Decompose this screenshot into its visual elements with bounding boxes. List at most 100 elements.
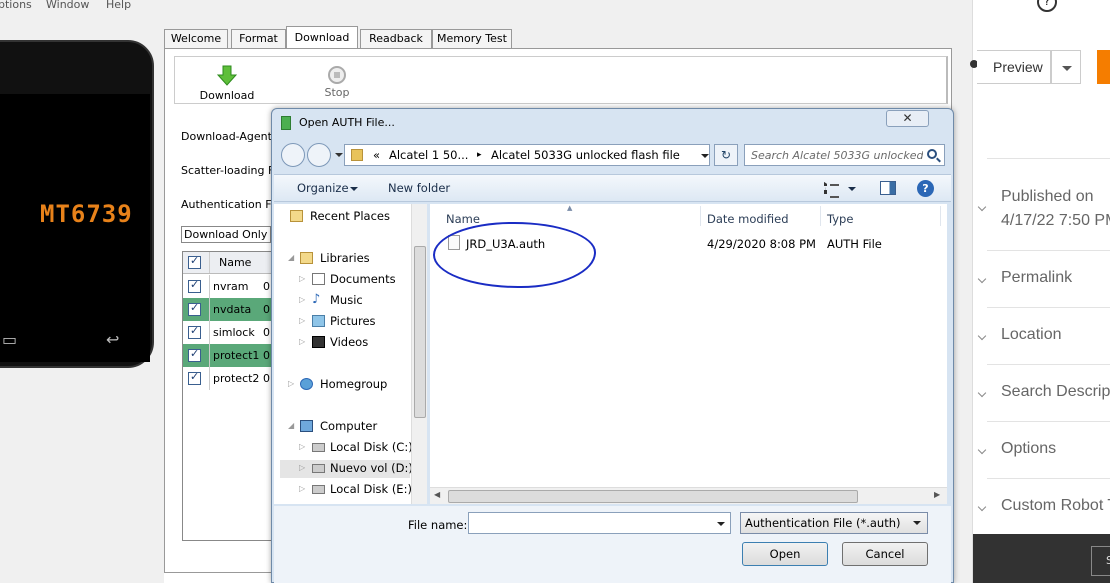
row-checkbox[interactable] (188, 301, 201, 316)
drive-icon (312, 485, 325, 494)
nav-nuevo-vol-d[interactable]: ▷ Nuevo vol (D:) (280, 460, 413, 478)
help-icon[interactable]: ? (1037, 0, 1057, 12)
homegroup-icon (300, 378, 313, 390)
nav-pictures[interactable]: ▷ Pictures (296, 313, 406, 331)
tab-welcome[interactable]: Welcome (164, 29, 228, 49)
file-type: AUTH File (827, 237, 882, 251)
tab-format[interactable]: Format (231, 29, 286, 49)
views-caret-icon[interactable] (848, 187, 856, 191)
horizontal-scrollbar[interactable]: ◀ ▶ (430, 487, 947, 504)
expand-arrow-icon[interactable]: ◢ (288, 421, 294, 430)
download-toolbar: Download Stop (174, 56, 948, 104)
menu-help[interactable]: Help (106, 0, 131, 11)
table-row[interactable]: simlock 0 (183, 321, 273, 344)
stop-button[interactable]: Stop (317, 57, 357, 99)
organize-menu[interactable]: Organize (297, 181, 349, 195)
partition-value: 0 (263, 349, 270, 362)
location-item[interactable]: Location (1001, 326, 1062, 344)
breadcrumb-separator[interactable]: ▸ (477, 150, 482, 160)
download-agent-label: Download-Agent (181, 130, 272, 143)
preview-dropdown-button[interactable] (1051, 50, 1081, 84)
menu-options[interactable]: ptions (0, 0, 32, 11)
expand-arrow-icon[interactable]: ◢ (288, 253, 294, 262)
nav-recent-places[interactable]: Recent Places (286, 208, 406, 226)
divider (987, 364, 1110, 365)
scroll-right-icon[interactable]: ▶ (934, 490, 940, 499)
published-on-label[interactable]: Published on (1001, 188, 1094, 206)
address-bar[interactable]: « Alcatel 1 50... ▸ Alcatel 5033G unlock… (344, 144, 710, 166)
expand-arrow-icon[interactable]: ▷ (299, 337, 305, 346)
back-button[interactable] (281, 143, 305, 167)
nav-libraries[interactable]: ◢ Libraries (286, 250, 406, 268)
nav-videos[interactable]: ▷ Videos (296, 334, 406, 352)
breadcrumb-parent[interactable]: Alcatel 1 50... (389, 148, 468, 162)
expand-arrow-icon[interactable]: ▷ (299, 295, 305, 304)
table-row[interactable]: nvram 0 (183, 275, 273, 298)
search-description-item[interactable]: Search Description (1001, 383, 1110, 401)
preview-pane-icon[interactable] (880, 181, 896, 195)
custom-robot-tags-item[interactable]: Custom Robot Tags (1001, 497, 1110, 515)
search-input[interactable] (745, 145, 923, 165)
views-icon[interactable] (824, 182, 840, 198)
nav-scrollbar[interactable] (411, 204, 427, 504)
select-all-checkbox[interactable] (188, 254, 201, 269)
nav-local-disk-e[interactable]: ▷ Local Disk (E:) (296, 481, 412, 499)
options-item[interactable]: Options (1001, 440, 1056, 458)
file-name-dropdown-icon[interactable] (717, 522, 725, 526)
nav-local-disk-c[interactable]: ▷ Local Disk (C:) (296, 439, 413, 457)
download-mode-select[interactable]: Download Only (181, 226, 271, 243)
file-name-input[interactable] (469, 513, 709, 533)
row-checkbox[interactable] (188, 278, 201, 293)
expand-arrow-icon[interactable]: ▷ (299, 316, 305, 325)
table-row[interactable]: protect1 0 (183, 344, 273, 367)
row-checkbox[interactable] (188, 324, 201, 339)
new-folder-button[interactable]: New folder (388, 181, 450, 195)
file-type-filter[interactable]: Authentication File (*.auth) (740, 512, 928, 534)
tab-readback[interactable]: Readback (360, 29, 432, 49)
nav-homegroup[interactable]: ▷ Homegroup (286, 376, 406, 394)
refresh-button[interactable]: ↻ (714, 144, 738, 166)
column-divider[interactable] (700, 206, 701, 226)
open-button[interactable]: Open (742, 542, 828, 566)
horizontal-scroll-thumb[interactable] (448, 490, 858, 503)
search-box[interactable] (744, 144, 945, 166)
column-type[interactable]: Type (827, 212, 853, 226)
nav-documents[interactable]: ▷ Documents (296, 271, 406, 289)
breadcrumb-overflow[interactable]: « (373, 148, 380, 162)
nav-scroll-thumb[interactable] (414, 246, 426, 418)
forward-button[interactable] (307, 143, 331, 167)
permalink-item[interactable]: Permalink (1001, 269, 1072, 287)
nav-music[interactable]: ▷ ♪ Music (296, 292, 406, 310)
preview-button[interactable]: Preview (977, 50, 1051, 84)
row-checkbox[interactable] (188, 370, 201, 385)
menu-window[interactable]: Window (46, 0, 89, 11)
file-name-field[interactable] (468, 512, 731, 534)
column-name[interactable]: Name (446, 212, 480, 226)
download-button[interactable]: Download (195, 57, 259, 102)
column-divider[interactable] (940, 206, 941, 226)
help-icon[interactable]: ? (917, 180, 934, 197)
publish-button[interactable] (1097, 50, 1110, 84)
column-date-modified[interactable]: Date modified (707, 212, 789, 226)
nav-computer[interactable]: ◢ Computer (286, 418, 406, 436)
search-icon[interactable] (927, 149, 937, 159)
scroll-left-icon[interactable]: ◀ (434, 490, 440, 499)
expand-arrow-icon[interactable]: ▷ (299, 442, 305, 451)
history-dropdown-icon[interactable] (335, 153, 343, 157)
expand-arrow-icon[interactable]: ▷ (299, 463, 305, 472)
row-checkbox[interactable] (188, 347, 201, 362)
address-dropdown-icon[interactable] (701, 154, 709, 158)
cancel-button[interactable]: Cancel (842, 542, 928, 566)
tab-memory-test[interactable]: Memory Test (432, 29, 512, 49)
footer-button[interactable]: S (1091, 546, 1110, 576)
expand-arrow-icon[interactable]: ▷ (299, 274, 305, 283)
breadcrumb-current[interactable]: Alcatel 5033G unlocked flash file (491, 148, 680, 162)
list-item[interactable]: JRD_U3A.auth 4/29/2020 8:08 PM AUTH File (438, 232, 918, 256)
table-row[interactable]: nvdata 0 (183, 298, 273, 321)
column-divider[interactable] (820, 206, 821, 226)
expand-arrow-icon[interactable]: ▷ (288, 379, 294, 388)
tab-download[interactable]: Download (286, 26, 358, 49)
table-row[interactable]: protect2 0 (183, 367, 273, 390)
expand-arrow-icon[interactable]: ▷ (299, 484, 305, 493)
close-button[interactable]: ✕ (886, 110, 929, 127)
